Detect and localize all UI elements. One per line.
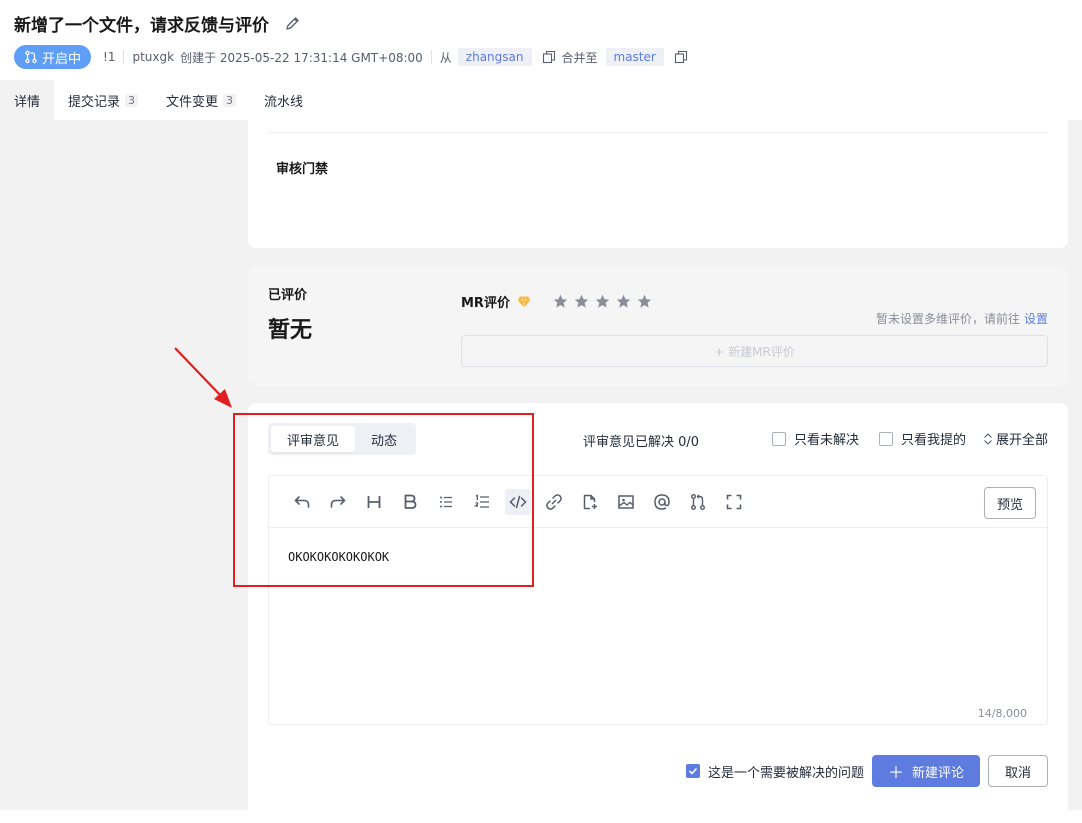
tab-label: 文件变更 xyxy=(166,94,219,110)
filter-unresolved-checkbox[interactable]: 只看未解决 xyxy=(771,429,859,448)
title-row: 新增了一个文件，请求反馈与评价 xyxy=(14,11,303,36)
attachment-icon[interactable] xyxy=(577,489,603,515)
tab-commits[interactable]: 提交记录 3 xyxy=(54,80,152,120)
comment-filters: 只看未解决 只看我提的 展开全部 xyxy=(752,429,1048,448)
merge-to-label: 合并至 xyxy=(561,50,598,65)
editor-toolbar xyxy=(269,476,1047,528)
bullet-list-icon[interactable] xyxy=(433,489,459,515)
checkbox-label: 这是一个需要被解决的问题 xyxy=(707,765,864,781)
rated-label: 已评价 xyxy=(268,288,308,303)
copy-icon[interactable] xyxy=(542,50,556,64)
heading-icon[interactable] xyxy=(361,489,387,515)
tab-activity[interactable]: 动态 xyxy=(355,426,413,452)
star-icon[interactable] xyxy=(616,294,631,309)
star-icon[interactable] xyxy=(553,294,568,309)
rating-card: 已评价 暂无 MR评价 暂未设置多维评价，请前往 设置 + 新建MR评价 xyxy=(248,266,1068,386)
cancel-button[interactable]: 取消 xyxy=(987,755,1048,787)
page-title: 新增了一个文件，请求反馈与评价 xyxy=(14,16,269,36)
tab-label: 流水线 xyxy=(264,94,304,110)
tab-file-changes[interactable]: 文件变更 3 xyxy=(152,80,250,120)
rating-hint: 暂未设置多维评价，请前往 设置 xyxy=(876,310,1048,327)
preview-button[interactable]: 预览 xyxy=(984,487,1036,519)
star-icon[interactable] xyxy=(637,294,652,309)
from-label: 从 xyxy=(439,50,452,65)
copy-icon[interactable] xyxy=(674,50,688,64)
tab-pipeline[interactable]: 流水线 xyxy=(250,80,317,120)
tab-count: 3 xyxy=(125,93,139,107)
mention-icon[interactable] xyxy=(649,489,675,515)
ordered-list-icon[interactable] xyxy=(469,489,495,515)
edit-pencil-icon[interactable] xyxy=(285,15,303,33)
target-branch[interactable]: master xyxy=(605,48,664,66)
merge-request-icon[interactable] xyxy=(685,489,711,515)
source-branch[interactable]: zhangsan xyxy=(457,48,532,66)
redo-icon[interactable] xyxy=(325,489,351,515)
comment-footer: 这是一个需要被解决的问题 ＋ 新建评论 取消 xyxy=(685,755,1048,787)
annotation-arrow-icon xyxy=(174,347,232,408)
char-counter: 14/8,000 xyxy=(977,707,1027,720)
plus-icon: ＋ xyxy=(887,763,904,782)
divider xyxy=(430,50,432,64)
bold-icon[interactable] xyxy=(397,489,423,515)
checkbox-label: 只看未解决 xyxy=(793,433,859,448)
tab-review-comments[interactable]: 评审意见 xyxy=(271,426,356,452)
new-comment-button[interactable]: ＋ 新建评论 xyxy=(871,755,980,787)
hint-text: 暂未设置多维评价，请前往 xyxy=(875,312,1020,326)
new-mr-rating-button[interactable]: + 新建MR评价 xyxy=(461,335,1048,367)
button-label: 新建评论 xyxy=(911,765,964,781)
review-gate-title: 审核门禁 xyxy=(276,162,329,177)
tab-label: 提交记录 xyxy=(68,94,121,110)
image-icon[interactable] xyxy=(613,489,639,515)
check-icon xyxy=(688,767,698,775)
status-badge: 开启中 xyxy=(14,45,92,69)
tab-label: 详情 xyxy=(14,94,41,110)
needs-resolve-checkbox[interactable]: 这是一个需要被解决的问题 xyxy=(685,762,864,781)
merge-icon xyxy=(25,50,37,64)
expand-all-label: 展开全部 xyxy=(995,433,1048,448)
tab-bar: 详情 提交记录 3 文件变更 3 流水线 xyxy=(0,80,317,120)
divider xyxy=(123,50,125,64)
expand-all-button[interactable]: 展开全部 xyxy=(982,429,1048,448)
meta-row: 开启中 !1 ptuxgk 创建于 2025-05-22 17:31:14 GM… xyxy=(14,45,694,69)
checkbox-label: 只看我提的 xyxy=(900,433,966,448)
star-rating[interactable] xyxy=(553,294,652,309)
resolved-status: 评审意见已解决 0/0 xyxy=(583,435,700,450)
comment-editor: 预览 OKOKOKOKOKOKOK 14/8,000 xyxy=(268,475,1048,725)
mr-rating: MR评价 xyxy=(461,292,652,311)
status-text: 开启中 xyxy=(42,51,82,67)
fullscreen-icon[interactable] xyxy=(721,489,747,515)
star-icon[interactable] xyxy=(595,294,610,309)
diamond-icon xyxy=(517,295,531,308)
editor-content[interactable]: OKOKOKOKOKOKOK xyxy=(288,550,389,564)
undo-icon[interactable] xyxy=(289,489,315,515)
checkbox-box[interactable] xyxy=(771,431,786,446)
link-icon[interactable] xyxy=(541,489,567,515)
author-name[interactable]: ptuxgk xyxy=(132,50,174,64)
star-icon[interactable] xyxy=(574,294,589,309)
checkbox-box[interactable] xyxy=(878,431,893,446)
code-icon[interactable] xyxy=(505,488,531,515)
expand-icon xyxy=(984,432,992,445)
tab-count: 3 xyxy=(223,93,237,107)
created-time: 创建于 2025-05-22 17:31:14 GMT+08:00 xyxy=(180,50,423,65)
settings-link[interactable]: 设置 xyxy=(1024,312,1048,326)
comments-card: 评审意见 动态 评审意见已解决 0/0 只看未解决 只看我提的 展开全部 预览 … xyxy=(248,403,1068,823)
page-header: 新增了一个文件，请求反馈与评价 开启中 !1 ptuxgk 创建于 2025-0… xyxy=(0,0,1082,80)
mr-rating-label: MR评价 xyxy=(461,296,510,311)
checkbox-box[interactable] xyxy=(685,764,700,778)
filter-mine-checkbox[interactable]: 只看我提的 xyxy=(878,429,966,448)
rated-value: 暂无 xyxy=(268,318,313,343)
mr-id: !1 xyxy=(103,50,116,64)
comment-tab-switch: 评审意见 动态 xyxy=(268,423,417,455)
review-gate-card: 审核门禁 xyxy=(248,120,1068,248)
tab-details[interactable]: 详情 xyxy=(0,80,55,120)
divider xyxy=(268,132,1048,133)
